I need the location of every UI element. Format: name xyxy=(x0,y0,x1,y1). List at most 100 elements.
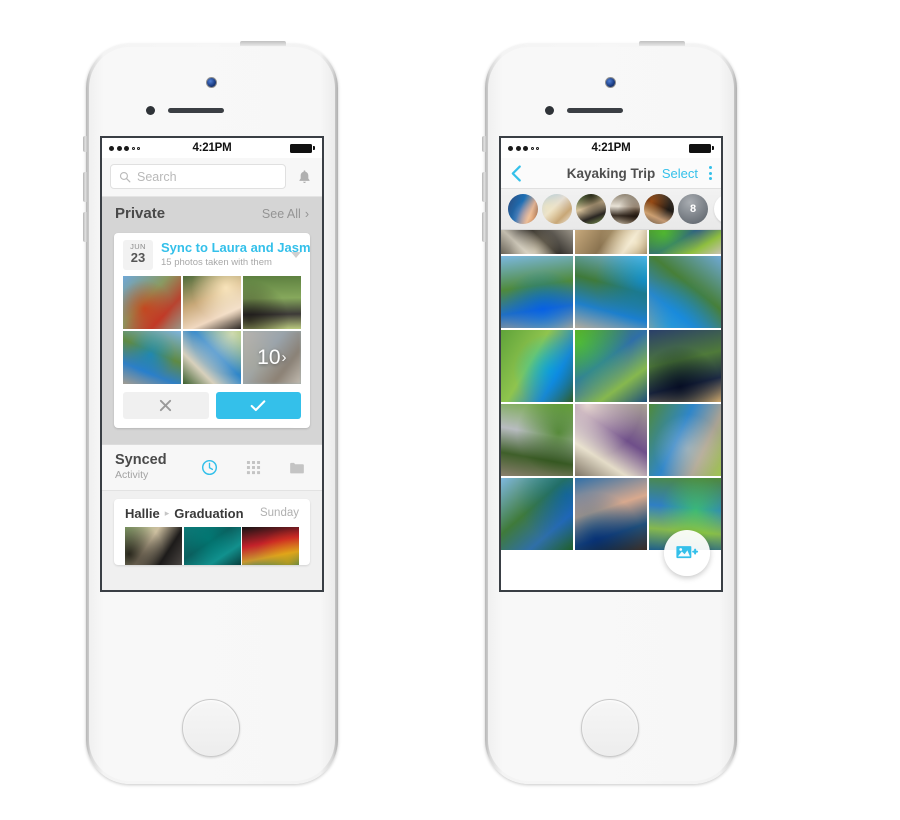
more-photos-blurred[interactable]: 10 › xyxy=(242,330,301,385)
synced-tabs xyxy=(201,459,309,476)
avatar-man-hat[interactable] xyxy=(644,194,674,224)
close-icon xyxy=(160,400,172,412)
chevron-left-icon[interactable] xyxy=(510,164,523,183)
activity-time: Sunday xyxy=(259,507,299,520)
left-phone-screen: 4:21PM Search Private See All › JUN 23 S… xyxy=(100,136,324,592)
activity-header: Hallie ▸ Graduation Sunday xyxy=(114,499,310,527)
selfie-couple-kayak[interactable] xyxy=(575,477,647,550)
home-button[interactable] xyxy=(581,699,639,757)
kayakers-downriver[interactable] xyxy=(575,329,647,402)
search-bar: Search xyxy=(102,158,322,197)
volume-up-button[interactable] xyxy=(83,172,87,202)
teal-gown[interactable] xyxy=(183,526,241,565)
extra-participants-count[interactable]: 8 xyxy=(678,194,708,224)
search-icon xyxy=(119,171,131,183)
search-input[interactable]: Search xyxy=(110,164,286,189)
status-clock: 4:21PM xyxy=(192,142,232,154)
silent-switch[interactable] xyxy=(83,136,87,152)
couple-talking[interactable] xyxy=(501,403,573,476)
accept-button[interactable] xyxy=(215,392,301,420)
synced-title: Synced xyxy=(115,452,167,469)
decline-button[interactable] xyxy=(123,392,209,420)
sync-card[interactable]: JUN 23 Sync to Laura and Jasmine? 15 pho… xyxy=(114,233,310,429)
date-chip: JUN 23 xyxy=(123,240,153,270)
private-section-header: Private See All › xyxy=(102,197,322,229)
overflow-number: 10 xyxy=(257,345,281,369)
earpiece-speaker xyxy=(168,108,224,113)
synced-subtitle: Activity xyxy=(115,469,149,482)
see-all-button[interactable]: See All › xyxy=(262,207,309,221)
crowd-river-top[interactable] xyxy=(649,230,721,254)
gravel-truck-top[interactable] xyxy=(501,230,573,254)
avatar-woman-blue[interactable] xyxy=(508,194,538,224)
power-button[interactable] xyxy=(639,41,685,46)
add-participant-button[interactable] xyxy=(714,194,721,224)
sync-card-subtitle: 15 photos taken with them xyxy=(161,257,272,269)
earpiece-speaker xyxy=(567,108,623,113)
left-phone: 4:21PM Search Private See All › JUN 23 S… xyxy=(83,41,338,784)
paddler-closeup[interactable] xyxy=(649,329,721,402)
select-button[interactable]: Select xyxy=(662,166,698,181)
volume-down-button[interactable] xyxy=(482,212,486,242)
avatar-man-sunglasses[interactable] xyxy=(576,194,606,224)
two-women-portrait[interactable] xyxy=(182,275,242,330)
avatar-man-dog[interactable] xyxy=(610,194,640,224)
status-clock: 4:21PM xyxy=(591,142,631,154)
see-all-label: See All xyxy=(261,207,301,221)
right-phone-screen: 4:21PM Kayaking Trip Select 8 xyxy=(499,136,723,592)
tan-jacket-top[interactable] xyxy=(575,230,647,254)
volume-up-button[interactable] xyxy=(482,172,486,202)
add-photo-icon xyxy=(676,546,699,559)
front-camera xyxy=(206,77,217,88)
green-bank-kayaker[interactable] xyxy=(501,329,573,402)
activity-user: Hallie xyxy=(125,505,160,521)
two-kayakers-river[interactable] xyxy=(182,330,242,385)
river-paddlers-distance[interactable] xyxy=(501,477,573,550)
silent-switch[interactable] xyxy=(482,136,486,152)
two-phones-mockup: 4:21PM Search Private See All › JUN 23 S… xyxy=(0,0,900,820)
sync-card-photo-grid: 10 › xyxy=(114,275,310,385)
kebab-menu-icon[interactable] xyxy=(709,166,712,180)
chevron-right-icon: › xyxy=(281,349,287,367)
volume-down-button[interactable] xyxy=(83,212,87,242)
chevron-right-icon: › xyxy=(304,207,309,221)
sync-card-actions xyxy=(114,384,310,428)
activity-album: Graduation xyxy=(174,505,244,521)
clock-icon[interactable] xyxy=(201,459,218,476)
activity-card[interactable]: Hallie ▸ Graduation Sunday xyxy=(114,498,310,565)
loading-kayaks[interactable] xyxy=(649,255,721,328)
graduation-cap[interactable] xyxy=(125,526,182,565)
right-phone: 4:21PM Kayaking Trip Select 8 xyxy=(482,41,737,784)
add-photo-button[interactable] xyxy=(664,530,710,576)
front-camera xyxy=(605,77,616,88)
riverbank-red-truck[interactable] xyxy=(123,275,182,330)
kayak-launch-bridge[interactable] xyxy=(123,330,182,385)
sync-card-title: Sync to Laura and Jasmine? xyxy=(161,240,310,255)
man-at-river[interactable] xyxy=(242,275,301,330)
power-button[interactable] xyxy=(240,41,286,46)
medal-ribbon[interactable] xyxy=(242,526,299,565)
kayaks-gravel-bar[interactable] xyxy=(649,403,721,476)
women-on-blanket[interactable] xyxy=(575,403,647,476)
avatar-woman-beach[interactable] xyxy=(542,194,572,224)
album-icon[interactable] xyxy=(289,460,305,475)
right-status-bar: 4:21PM xyxy=(501,138,721,158)
synced-labels: Synced Activity xyxy=(115,452,167,482)
home-button[interactable] xyxy=(182,699,240,757)
activity-list: Hallie ▸ Graduation Sunday xyxy=(102,490,322,590)
sync-card-header: JUN 23 Sync to Laura and Jasmine? 15 pho… xyxy=(114,233,310,276)
participants-row: 8 xyxy=(501,189,721,230)
private-title: Private xyxy=(115,205,166,222)
activity-photo-strip xyxy=(114,526,310,565)
photo-grid xyxy=(501,230,721,550)
sync-card-titles: Sync to Laura and Jasmine? 15 photos tak… xyxy=(161,240,310,270)
kayaks-shore-group[interactable] xyxy=(575,255,647,328)
grid-icon[interactable] xyxy=(246,460,261,475)
caret-down-icon[interactable] xyxy=(291,251,301,258)
check-icon xyxy=(250,400,266,412)
group-kayaks-bridge[interactable] xyxy=(501,255,573,328)
overflow-count[interactable]: 10 › xyxy=(243,331,301,385)
proximity-sensor xyxy=(146,106,155,115)
bell-icon[interactable] xyxy=(294,169,314,185)
private-card-zone: JUN 23 Sync to Laura and Jasmine? 15 pho… xyxy=(102,229,322,445)
